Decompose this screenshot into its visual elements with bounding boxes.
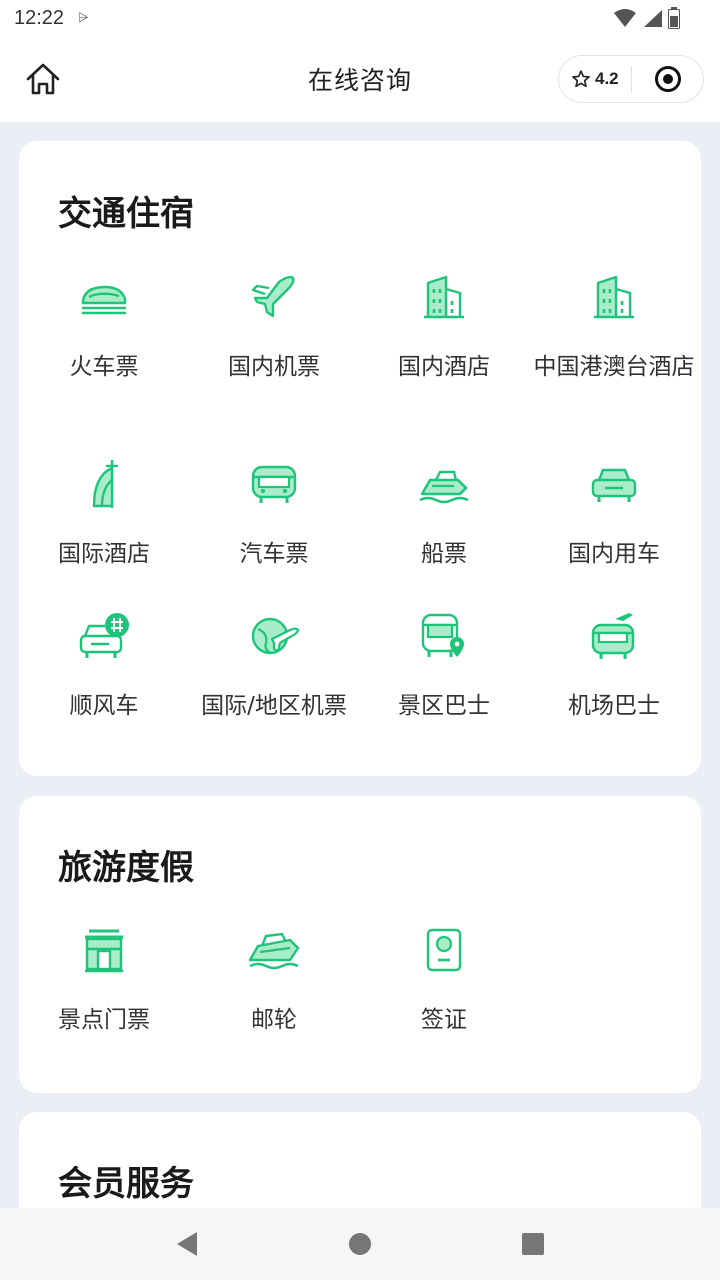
hotel-building-icon (416, 269, 472, 325)
service-label: 船票 (421, 541, 467, 567)
service-item-carpool[interactable]: 顺风车 (19, 608, 189, 725)
service-item-bus-ticket[interactable]: 汽车票 (189, 456, 359, 573)
recents-square-icon (522, 1233, 545, 1255)
service-item-visa[interactable]: 签证 (359, 922, 529, 1039)
hotel-building-icon (586, 269, 642, 325)
service-label: 国内用车 (568, 541, 660, 567)
status-sync-icon: ⩥ (78, 10, 89, 26)
recents-button[interactable] (513, 1224, 553, 1264)
section-card-transport: 交通住宿 火车票 国内机票 国内酒店 中国港澳台酒店 国际酒店 汽车票 船票 国… (19, 141, 701, 776)
car-icon (586, 456, 642, 512)
rating-value: 4.2 (595, 69, 619, 88)
carpool-icon (76, 608, 132, 664)
gate-icon (76, 922, 132, 978)
back-triangle-icon (176, 1232, 197, 1256)
star-icon (572, 70, 590, 88)
section-title: 旅游度假 (58, 848, 194, 888)
location-bus-icon (416, 608, 472, 664)
navigation-header: 在线咨询 4.2 (0, 36, 720, 122)
service-item-domestic-car[interactable]: 国内用车 (529, 456, 699, 573)
airplane-icon (246, 269, 302, 325)
service-item-airport-bus[interactable]: 机场巴士 (529, 608, 699, 725)
service-item-ship-ticket[interactable]: 船票 (359, 456, 529, 573)
battery-icon (668, 7, 680, 29)
service-label: 国内酒店 (398, 354, 490, 380)
service-label: 景区巴士 (398, 693, 490, 719)
status-indicators (614, 7, 680, 29)
home-icon (26, 63, 60, 95)
service-item-intl-flight[interactable]: 国际/地区机票 (189, 608, 359, 725)
status-bar: 12:22 ⩥ (0, 0, 720, 36)
service-label: 邮轮 (251, 1007, 297, 1033)
home-button[interactable] (22, 58, 64, 100)
close-miniprogram-button[interactable] (632, 65, 703, 93)
service-label: 景点门票 (58, 1007, 150, 1033)
service-item-scenic-bus[interactable]: 景区巴士 (359, 608, 529, 725)
target-icon (654, 66, 681, 92)
service-label: 国际/地区机票 (201, 693, 347, 719)
home-circle-icon (348, 1233, 371, 1255)
service-label: 火车票 (69, 354, 139, 380)
section-title: 交通住宿 (58, 194, 194, 234)
service-label: 中国港澳台酒店 (533, 354, 695, 380)
service-label: 机场巴士 (568, 693, 660, 719)
bus-icon (246, 456, 302, 512)
rating-button[interactable]: 4.2 (559, 69, 631, 89)
visa-icon (416, 922, 472, 978)
train-icon (76, 269, 132, 325)
airport-bus-icon (586, 608, 642, 664)
section-card-travel: 旅游度假 景点门票 邮轮 签证 (19, 796, 701, 1093)
service-item-domestic-hotel[interactable]: 国内酒店 (359, 269, 529, 386)
cruise-icon (246, 922, 302, 978)
service-label: 国际酒店 (58, 541, 150, 567)
service-label: 顺风车 (69, 693, 139, 719)
globe-plane-icon (246, 608, 302, 664)
service-label: 签证 (421, 1007, 467, 1033)
status-time: 12:22 (14, 6, 65, 29)
service-item-domestic-flight[interactable]: 国内机票 (189, 269, 359, 386)
signal-icon (644, 10, 662, 27)
service-item-intl-hotel[interactable]: 国际酒店 (19, 456, 189, 573)
service-item-hk-macau-tw-hotel[interactable]: 中国港澳台酒店 (529, 269, 699, 386)
service-label: 汽车票 (239, 541, 309, 567)
wifi-icon (614, 9, 636, 27)
ship-icon (416, 456, 472, 512)
page-title: 在线咨询 (307, 66, 412, 95)
service-label: 国内机票 (228, 354, 320, 380)
service-item-train[interactable]: 火车票 (19, 269, 189, 386)
home-nav-button[interactable] (340, 1224, 380, 1264)
back-button[interactable] (167, 1224, 207, 1264)
service-item-cruise[interactable]: 邮轮 (189, 922, 359, 1039)
service-item-attraction-tickets[interactable]: 景点门票 (19, 922, 189, 1039)
section-title: 会员服务 (58, 1164, 194, 1204)
system-navigation-bar (0, 1208, 720, 1280)
sail-hotel-icon (76, 456, 132, 512)
mini-program-capsule: 4.2 (558, 55, 704, 103)
